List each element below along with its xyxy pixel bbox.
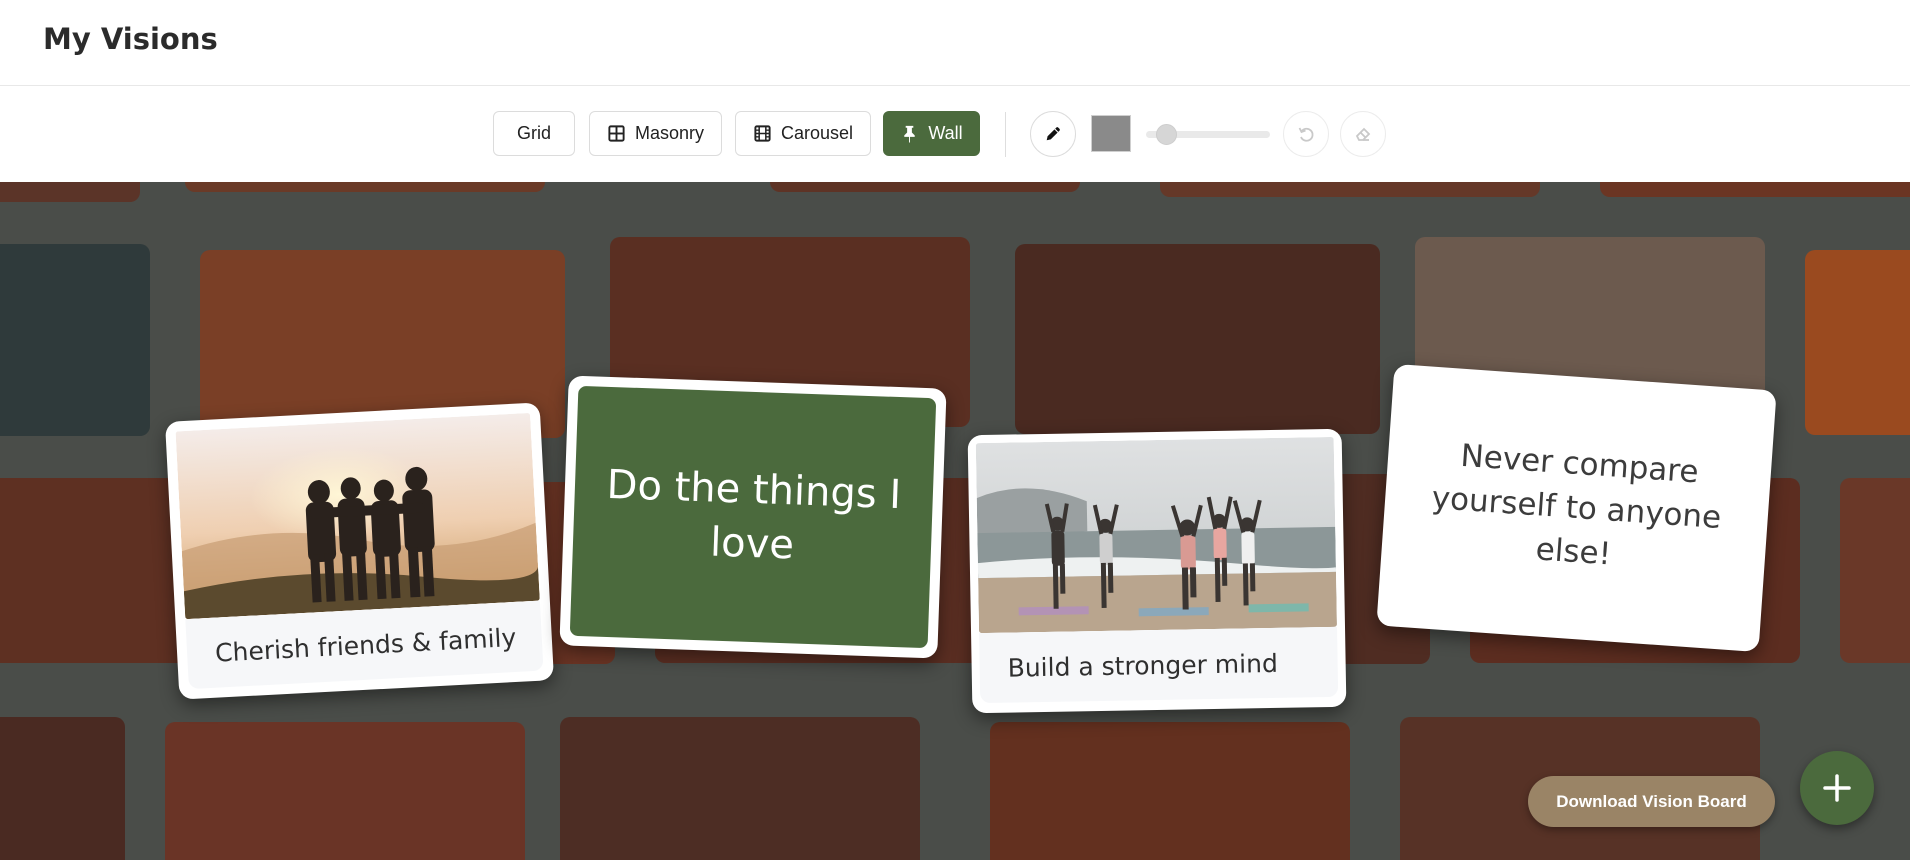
quote-text: Never compare yourself to anyone else! — [1430, 437, 1723, 573]
page-title: My Visions — [43, 22, 218, 56]
layout-toolbar: Grid Masonry Carousel Wall — [0, 87, 1910, 182]
brick — [1840, 478, 1910, 663]
layout-masonry-label: Masonry — [634, 123, 705, 143]
brick — [560, 717, 920, 860]
card-caption: Build a stronger mind — [979, 626, 1339, 704]
brick — [990, 722, 1350, 860]
brick — [770, 182, 1080, 192]
layout-grid-label: Grid — [516, 123, 551, 143]
brick — [0, 478, 195, 663]
layout-carousel-label: Carousel — [780, 123, 854, 143]
friends-sunset-photo — [175, 412, 540, 620]
plus-icon — [1823, 774, 1851, 802]
brick — [1600, 182, 1910, 197]
undo-icon — [1298, 127, 1314, 142]
film-icon — [754, 125, 771, 142]
toolbar-divider — [1005, 112, 1006, 157]
layout-masonry-button[interactable]: Masonry — [589, 111, 722, 156]
brick — [0, 244, 150, 436]
masonry-grid-icon — [608, 125, 625, 142]
layout-carousel-button[interactable]: Carousel — [735, 111, 871, 156]
brush-size-slider-thumb[interactable] — [1156, 124, 1178, 145]
quote-text: Do the things I love — [569, 385, 937, 649]
vision-card-quote-white[interactable]: Never compare yourself to anyone else! — [1376, 363, 1777, 653]
brick — [0, 182, 140, 202]
brick — [185, 182, 545, 192]
beach-yoga-photo — [975, 436, 1338, 634]
brick — [1015, 244, 1380, 434]
app-header: My Visions — [0, 0, 1910, 86]
layout-wall-label: Wall — [928, 123, 963, 143]
pencil-icon — [1046, 127, 1060, 141]
eraser-button[interactable] — [1340, 111, 1386, 157]
vision-card-quote-green[interactable]: Do the things I love — [559, 375, 947, 659]
eraser-icon — [1355, 127, 1371, 141]
layout-grid-button[interactable]: Grid — [493, 111, 575, 156]
brick — [1805, 250, 1910, 435]
brick — [0, 717, 125, 860]
pen-color-swatch[interactable] — [1091, 115, 1131, 152]
layout-wall-button[interactable]: Wall — [883, 111, 980, 156]
vision-board-wall: Cherish friends & family Do the things I… — [0, 182, 1910, 860]
add-vision-button[interactable] — [1800, 751, 1874, 825]
brick — [165, 722, 525, 860]
pen-tool-button[interactable] — [1030, 111, 1076, 157]
undo-button[interactable] — [1283, 111, 1329, 157]
brick — [1160, 182, 1540, 197]
pin-icon — [904, 125, 916, 143]
download-vision-board-button[interactable]: Download Vision Board — [1528, 776, 1775, 827]
vision-card-yoga[interactable]: Build a stronger mind — [967, 428, 1347, 714]
vision-card-friends[interactable]: Cherish friends & family — [164, 402, 555, 700]
